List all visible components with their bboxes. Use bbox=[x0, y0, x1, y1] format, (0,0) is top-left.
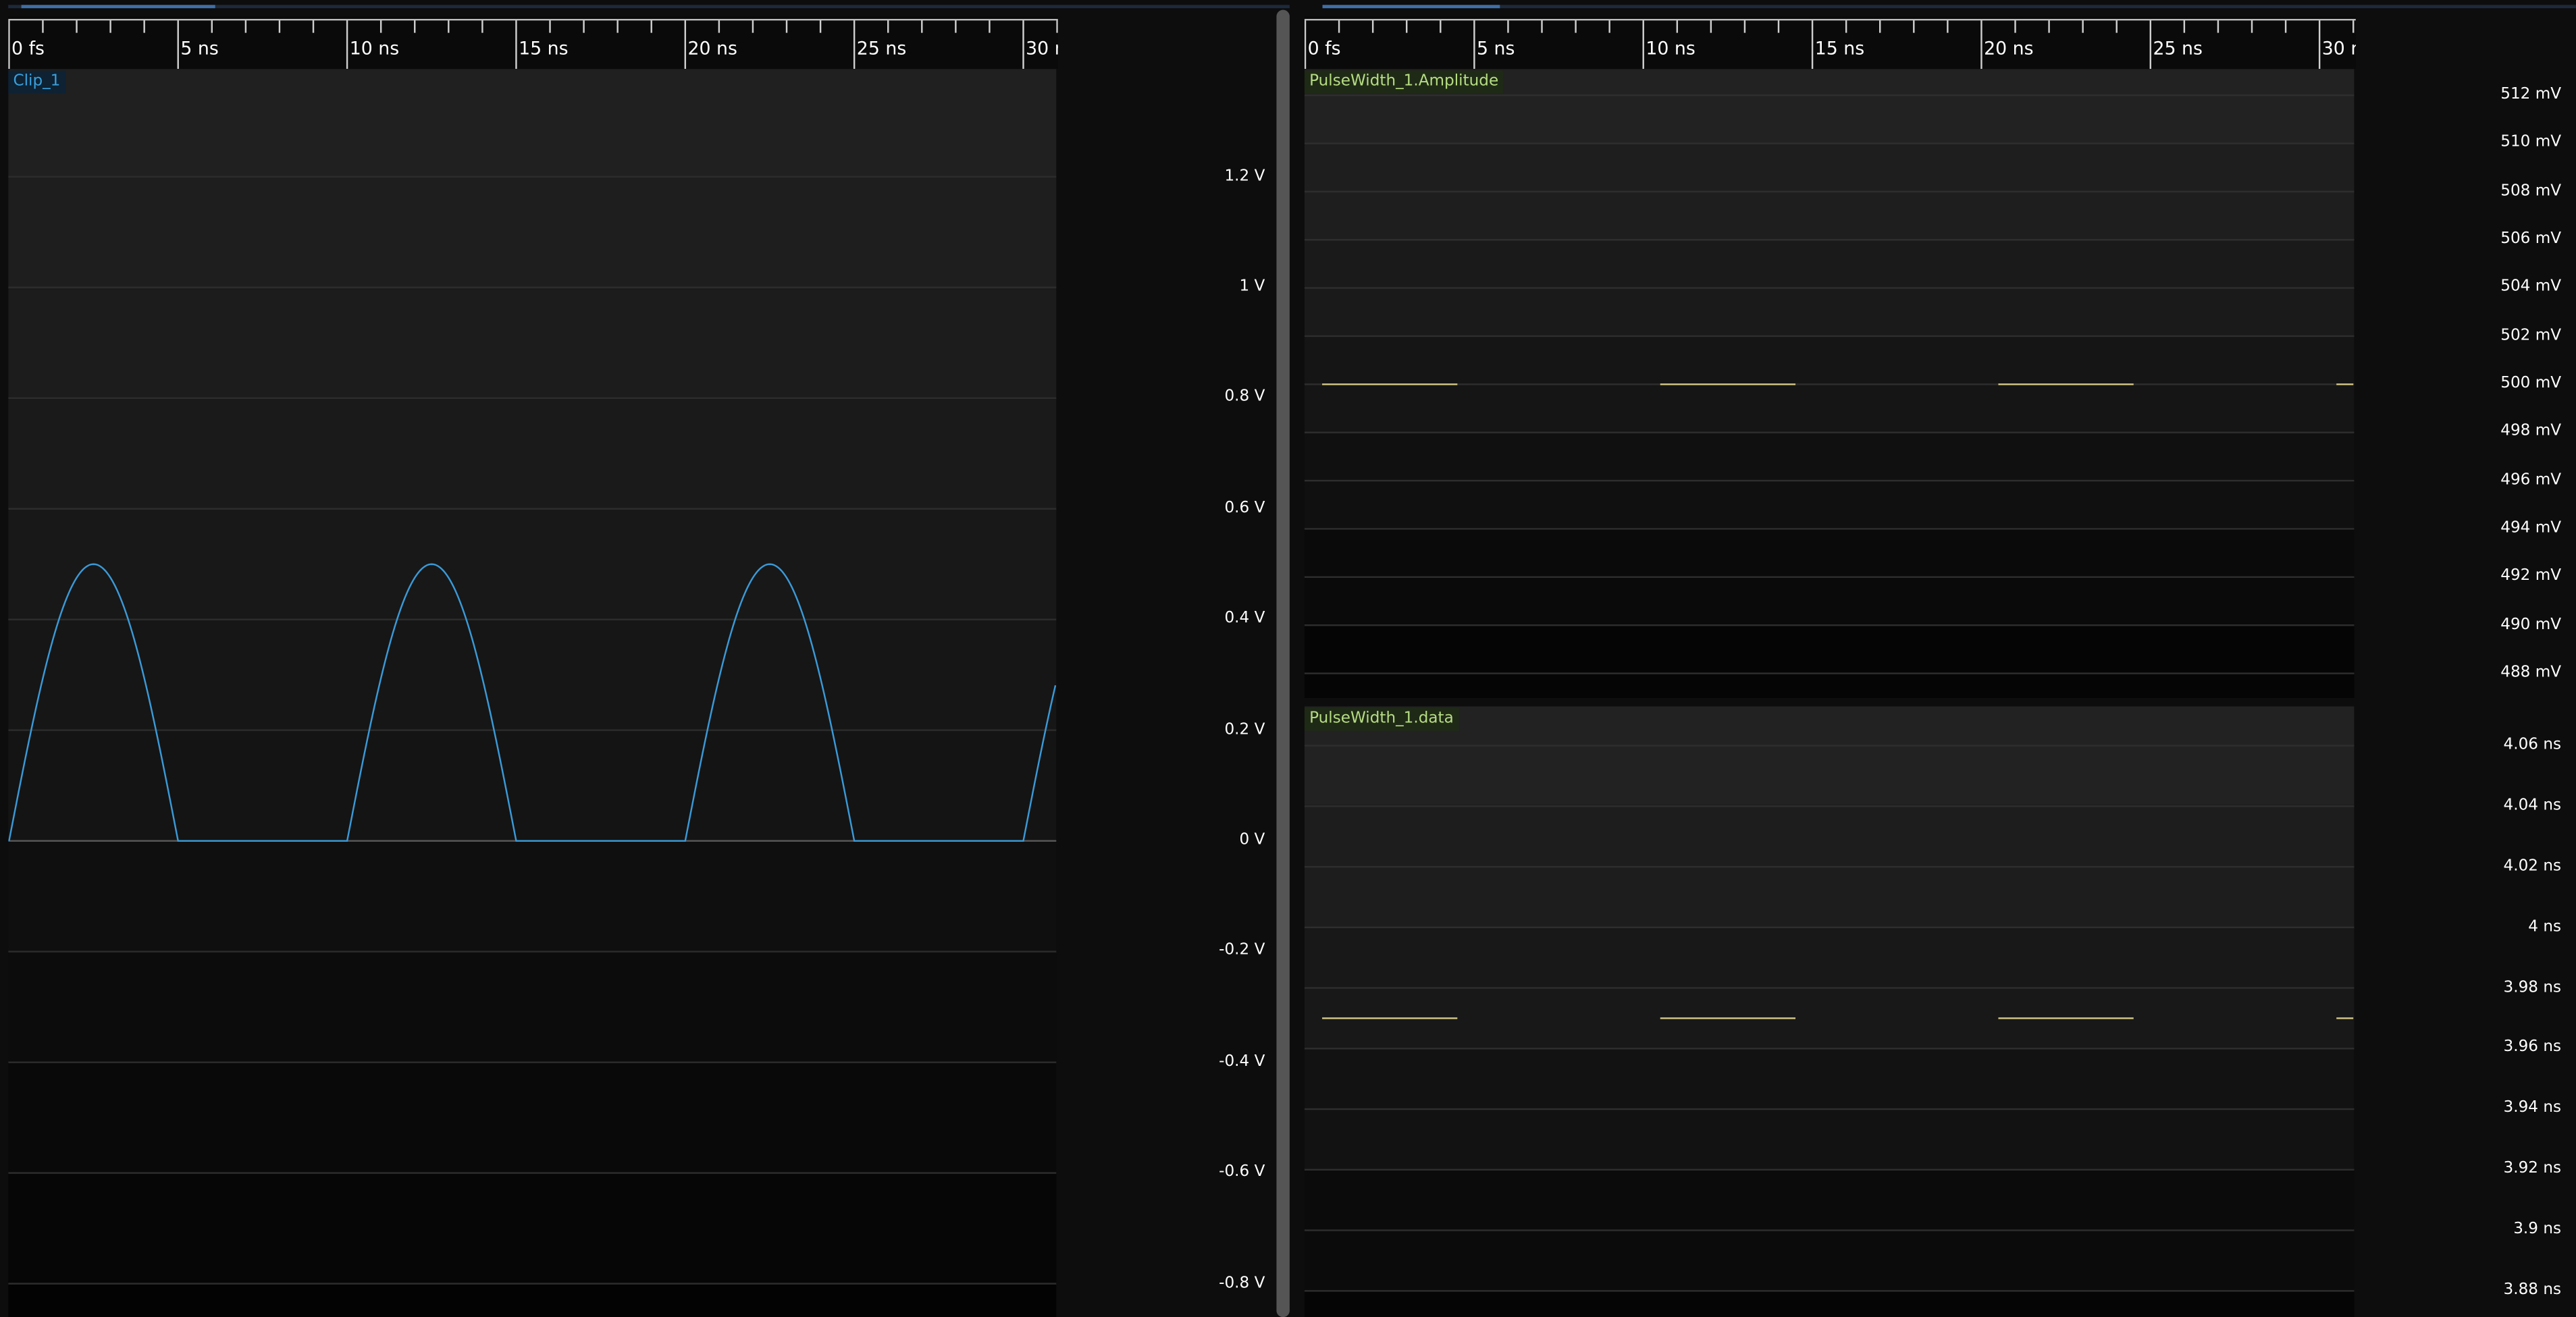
time-tick-label: 15 ns bbox=[519, 37, 569, 59]
y-tick-label: 500 mV bbox=[2500, 374, 2562, 393]
time-tick-label: 25 ns bbox=[856, 37, 907, 59]
plot-band bbox=[1304, 706, 2355, 805]
plot-band bbox=[1304, 625, 2355, 699]
plot-band bbox=[8, 1063, 1057, 1173]
time-tick-label: 20 ns bbox=[1984, 37, 2034, 59]
time-tick-label: 10 ns bbox=[349, 37, 400, 59]
plot-band bbox=[8, 69, 1057, 178]
plot-band bbox=[1304, 1291, 2355, 1317]
y-tick-label: -0.4 V bbox=[1219, 1052, 1265, 1071]
plot-band bbox=[8, 509, 1057, 621]
plot-band bbox=[8, 840, 1057, 953]
y-tick-label: -0.8 V bbox=[1219, 1274, 1265, 1292]
y-tick-label: 496 mV bbox=[2500, 471, 2562, 489]
y-tick-label: 3.92 ns bbox=[2503, 1160, 2562, 1178]
time-tick-label: 15 ns bbox=[1814, 37, 1865, 59]
time-tick-label: 5 ns bbox=[1477, 37, 1515, 59]
y-tick-label: -0.2 V bbox=[1219, 942, 1265, 960]
y-tick-label: 3.9 ns bbox=[2513, 1220, 2562, 1239]
y-tick-label: 508 mV bbox=[2500, 182, 2562, 200]
waveform-viewer: 0 fs 5 ns 10 ns 15 ns 20 ns 25 ns 30 ns Clip_1… bbox=[0, 0, 2576, 1317]
y-tick-label: 3.94 ns bbox=[2503, 1099, 2562, 1118]
plot-band bbox=[8, 289, 1057, 400]
time-tick-label: 30 ns bbox=[2321, 37, 2356, 59]
y-tick-label: 498 mV bbox=[2500, 423, 2562, 441]
y-tick-label: 490 mV bbox=[2500, 615, 2562, 634]
y-tick-label: 3.96 ns bbox=[2503, 1038, 2562, 1057]
y-tick-label: 0.8 V bbox=[1224, 388, 1265, 406]
y-tick-label: -0.6 V bbox=[1219, 1163, 1265, 1181]
y-tick-label: 492 mV bbox=[2500, 567, 2562, 585]
vertical-scrollbar[interactable] bbox=[1276, 9, 1290, 1317]
y-tick-label: 3.98 ns bbox=[2503, 977, 2562, 996]
y-tick-label: 510 mV bbox=[2500, 133, 2562, 152]
left-plot-area[interactable]: Clip_1 bbox=[8, 69, 1057, 1317]
plot-band bbox=[8, 1173, 1057, 1285]
y-tick-label: 0.4 V bbox=[1224, 610, 1265, 628]
time-tick-label: 0 fs bbox=[1307, 37, 1341, 59]
right-time-ruler[interactable]: 0 fs 5 ns 10 ns 15 ns 20 ns 25 ns 30 ns bbox=[1304, 16, 2356, 70]
plot-band bbox=[8, 177, 1057, 290]
y-tick-label: 0 V bbox=[1239, 831, 1265, 849]
clip-1-label[interactable]: Clip_1 bbox=[8, 70, 65, 94]
amplitude-plot-area[interactable]: PulseWidth_1.Amplitude bbox=[1304, 69, 2355, 699]
y-tick-label: 0.6 V bbox=[1224, 499, 1265, 517]
left-time-ruler[interactable]: 0 fs 5 ns 10 ns 15 ns 20 ns 25 ns 30 ns bbox=[8, 16, 1058, 70]
y-tick-label: 0.2 V bbox=[1224, 720, 1265, 738]
plot-band bbox=[8, 1284, 1057, 1317]
time-tick-label: 5 ns bbox=[180, 37, 219, 59]
y-tick-label: 506 mV bbox=[2500, 230, 2562, 248]
y-tick-label: 4 ns bbox=[2528, 917, 2562, 936]
left-pane-scroll-strip[interactable] bbox=[8, 5, 1290, 9]
y-tick-label: 4.04 ns bbox=[2503, 796, 2562, 815]
plot-band bbox=[8, 399, 1057, 510]
y-tick-label: 4.02 ns bbox=[2503, 857, 2562, 876]
plot-band bbox=[8, 620, 1057, 731]
amplitude-label[interactable]: PulseWidth_1.Amplitude bbox=[1304, 70, 1504, 94]
y-tick-label: 502 mV bbox=[2500, 326, 2562, 345]
y-tick-label: 4.06 ns bbox=[2503, 735, 2562, 754]
y-tick-label: 1 V bbox=[1239, 277, 1265, 296]
y-tick-label: 504 mV bbox=[2500, 277, 2562, 296]
y-tick-label: 512 mV bbox=[2500, 85, 2562, 104]
y-tick-label: 3.88 ns bbox=[2503, 1281, 2562, 1299]
time-tick-label: 20 ns bbox=[687, 37, 737, 59]
time-tick-label: 30 ns bbox=[1026, 37, 1058, 59]
y-tick-label: 488 mV bbox=[2500, 663, 2562, 682]
y-tick-label: 1.2 V bbox=[1224, 167, 1265, 185]
plot-band bbox=[8, 952, 1057, 1063]
time-tick-label: 10 ns bbox=[1646, 37, 1696, 59]
time-tick-label: 0 fs bbox=[11, 37, 45, 59]
time-tick-label: 25 ns bbox=[2153, 37, 2203, 59]
y-tick-label: 494 mV bbox=[2500, 518, 2562, 537]
data-label[interactable]: PulseWidth_1.data bbox=[1304, 707, 1459, 731]
plot-band bbox=[8, 730, 1057, 841]
right-pane-scroll-strip[interactable] bbox=[1322, 5, 2576, 9]
data-plot-area[interactable]: PulseWidth_1.data bbox=[1304, 706, 2355, 1317]
